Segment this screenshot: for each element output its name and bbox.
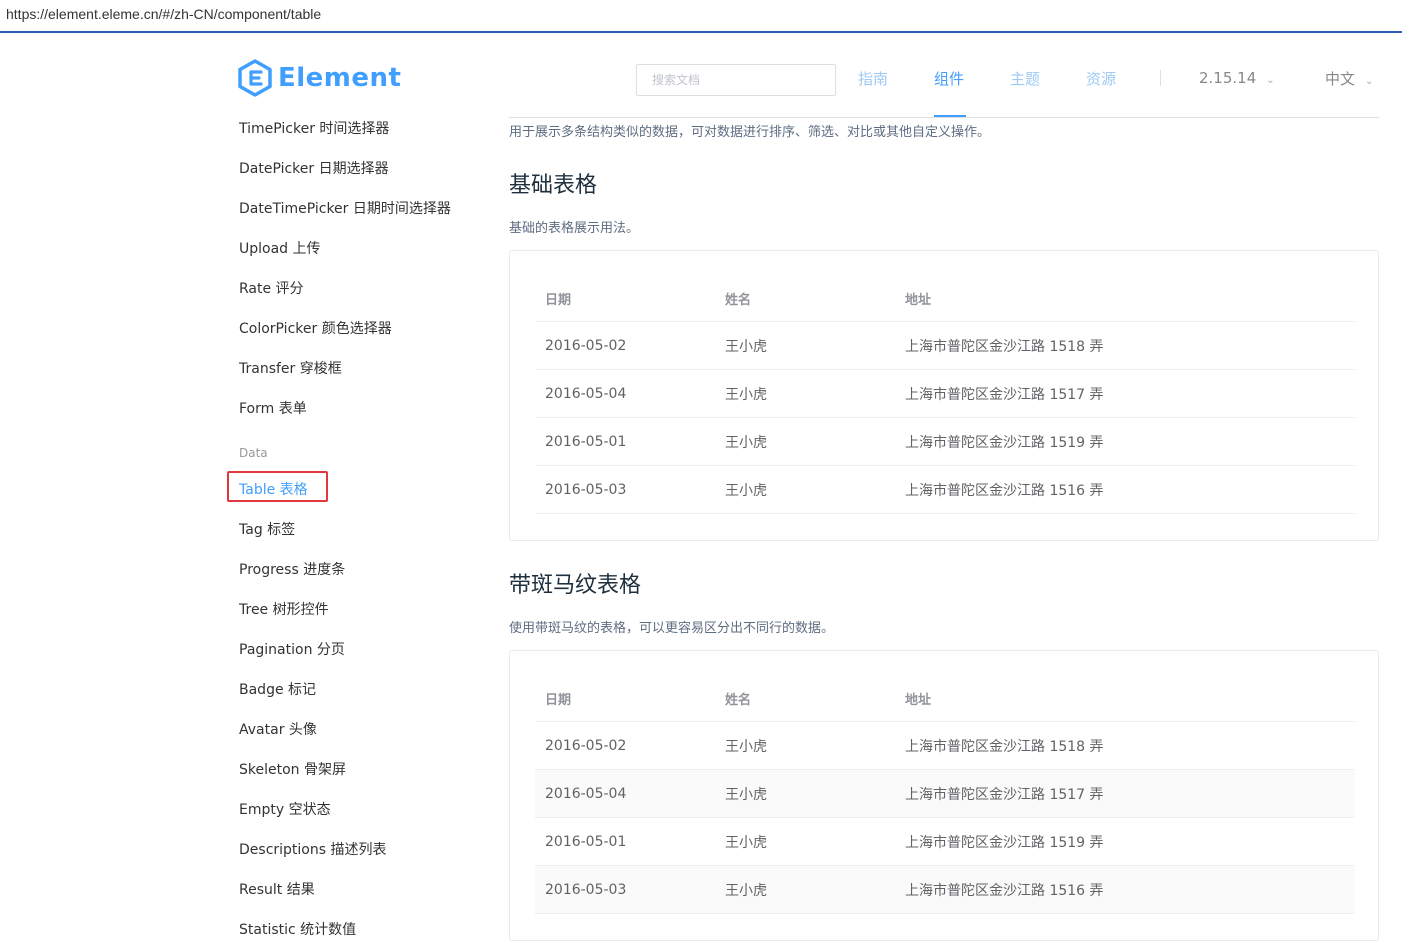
sidebar-item-pagination[interactable]: Pagination 分页 xyxy=(239,639,345,659)
cell-address: 上海市普陀区金沙江路 1517 弄 xyxy=(905,786,1104,803)
striped-table: 日期 姓名 地址 2016-05-02 王小虎 上海市普陀区金沙江路 1518 … xyxy=(535,675,1355,914)
table-row: 2016-05-02 王小虎 上海市普陀区金沙江路 1518 弄 xyxy=(535,322,1355,370)
column-header-address: 地址 xyxy=(905,692,932,708)
table-row: 2016-05-01 王小虎 上海市普陀区金沙江路 1519 弄 xyxy=(535,418,1355,466)
sidebar-item-form[interactable]: Form 表单 xyxy=(239,398,307,418)
chevron-down-icon: ⌄ xyxy=(1365,76,1374,87)
demo-block-basic: 日期 姓名 地址 2016-05-02 王小虎 上海市普陀区金沙江路 1518 … xyxy=(509,250,1379,541)
sidebar-item-skeleton[interactable]: Skeleton 骨架屏 xyxy=(239,759,346,779)
element-logo[interactable]: Element xyxy=(238,58,401,98)
demo-block-striped: 日期 姓名 地址 2016-05-02 王小虎 上海市普陀区金沙江路 1518 … xyxy=(509,650,1379,941)
cell-name: 王小虎 xyxy=(725,482,767,499)
page-intro: 用于展示多条结构类似的数据，可对数据进行排序、筛选、对比或其他自定义操作。 xyxy=(509,125,991,140)
section-desc-basic: 基础的表格展示用法。 xyxy=(509,221,640,236)
nav-divider xyxy=(1160,70,1161,86)
sidebar-item-tree[interactable]: Tree 树形控件 xyxy=(239,599,329,619)
sidebar-item-rate[interactable]: Rate 评分 xyxy=(239,278,304,298)
table-row-striped: 2016-05-03 王小虎 上海市普陀区金沙江路 1516 弄 xyxy=(535,866,1355,914)
cell-address: 上海市普陀区金沙江路 1518 弄 xyxy=(905,338,1104,355)
cell-name: 王小虎 xyxy=(725,434,767,451)
column-header-date: 日期 xyxy=(545,292,572,308)
cell-name: 王小虎 xyxy=(725,386,767,403)
header-divider xyxy=(509,117,1379,118)
search-box[interactable] xyxy=(636,64,836,96)
cell-date: 2016-05-01 xyxy=(545,433,627,450)
language-label: 中文 xyxy=(1325,70,1356,88)
cell-name: 王小虎 xyxy=(725,786,767,803)
basic-table: 日期 姓名 地址 2016-05-02 王小虎 上海市普陀区金沙江路 1518 … xyxy=(535,275,1355,514)
cell-name: 王小虎 xyxy=(725,338,767,355)
sidebar-item-timepicker[interactable]: TimePicker 时间选择器 xyxy=(239,118,389,138)
sidebar-item-transfer[interactable]: Transfer 穿梭框 xyxy=(239,358,342,378)
cell-date: 2016-05-03 xyxy=(545,881,627,898)
language-select[interactable]: 中文 ⌄ xyxy=(1325,68,1373,89)
nav-resource[interactable]: 资源 xyxy=(1086,68,1116,89)
cell-name: 王小虎 xyxy=(725,738,767,755)
nav-guide[interactable]: 指南 xyxy=(858,68,888,89)
cell-name: 王小虎 xyxy=(725,834,767,851)
sidebar-item-upload[interactable]: Upload 上传 xyxy=(239,238,321,258)
cell-address: 上海市普陀区金沙江路 1516 弄 xyxy=(905,482,1104,499)
sidebar-item-descriptions[interactable]: Descriptions 描述列表 xyxy=(239,839,386,859)
cell-date: 2016-05-01 xyxy=(545,833,627,850)
sidebar-item-avatar[interactable]: Avatar 头像 xyxy=(239,719,317,739)
column-header-name: 姓名 xyxy=(725,292,752,308)
sidebar-item-table[interactable]: Table 表格 xyxy=(239,479,308,499)
cell-address: 上海市普陀区金沙江路 1519 弄 xyxy=(905,834,1104,851)
sidebar-group-data: Data xyxy=(239,446,268,460)
element-logo-icon xyxy=(238,59,272,97)
sidebar-item-result[interactable]: Result 结果 xyxy=(239,879,315,899)
cell-date: 2016-05-02 xyxy=(545,737,627,754)
section-desc-striped: 使用带斑马纹的表格，可以更容易区分出不同行的数据。 xyxy=(509,621,835,636)
sidebar-item-datepicker[interactable]: DatePicker 日期选择器 xyxy=(239,158,389,178)
cell-address: 上海市普陀区金沙江路 1519 弄 xyxy=(905,434,1104,451)
chevron-down-icon: ⌄ xyxy=(1266,75,1275,86)
table-header-row: 日期 姓名 地址 xyxy=(535,675,1355,722)
table-row: 2016-05-03 王小虎 上海市普陀区金沙江路 1516 弄 xyxy=(535,466,1355,514)
version-label: 2.15.14 xyxy=(1199,69,1257,87)
table-row: 2016-05-02 王小虎 上海市普陀区金沙江路 1518 弄 xyxy=(535,722,1355,770)
nav-component[interactable]: 组件 xyxy=(934,68,964,89)
table-row: 2016-05-01 王小虎 上海市普陀区金沙江路 1519 弄 xyxy=(535,818,1355,866)
version-select[interactable]: 2.15.14 ⌄ xyxy=(1199,69,1275,87)
sidebar-item-progress[interactable]: Progress 进度条 xyxy=(239,559,345,579)
cell-date: 2016-05-03 xyxy=(545,481,627,498)
sidebar-item-statistic[interactable]: Statistic 统计数值 xyxy=(239,919,356,939)
address-bar[interactable]: https://element.eleme.cn/#/zh-CN/compone… xyxy=(0,0,1402,33)
sidebar-item-datetimepicker[interactable]: DateTimePicker 日期时间选择器 xyxy=(239,198,451,218)
sidebar-item-empty[interactable]: Empty 空状态 xyxy=(239,799,331,819)
table-row: 2016-05-04 王小虎 上海市普陀区金沙江路 1517 弄 xyxy=(535,370,1355,418)
cell-address: 上海市普陀区金沙江路 1518 弄 xyxy=(905,738,1104,755)
sidebar-item-tag[interactable]: Tag 标签 xyxy=(239,519,295,539)
cell-date: 2016-05-04 xyxy=(545,385,627,402)
cell-address: 上海市普陀区金沙江路 1517 弄 xyxy=(905,386,1104,403)
table-row-striped: 2016-05-04 王小虎 上海市普陀区金沙江路 1517 弄 xyxy=(535,770,1355,818)
nav-theme[interactable]: 主题 xyxy=(1010,68,1040,89)
sidebar-item-badge[interactable]: Badge 标记 xyxy=(239,679,316,699)
table-header-row: 日期 姓名 地址 xyxy=(535,275,1355,322)
column-header-name: 姓名 xyxy=(725,692,752,708)
column-header-date: 日期 xyxy=(545,692,572,708)
cell-date: 2016-05-04 xyxy=(545,785,627,802)
section-title-basic: 基础表格 xyxy=(509,173,598,198)
cell-date: 2016-05-02 xyxy=(545,337,627,354)
cell-address: 上海市普陀区金沙江路 1516 弄 xyxy=(905,882,1104,899)
logo-text: Element xyxy=(278,63,402,93)
column-header-address: 地址 xyxy=(905,292,932,308)
search-input[interactable] xyxy=(637,65,835,95)
sidebar-item-colorpicker[interactable]: ColorPicker 颜色选择器 xyxy=(239,318,392,338)
cell-name: 王小虎 xyxy=(725,882,767,899)
section-title-striped: 带斑马纹表格 xyxy=(509,573,642,598)
url-text[interactable]: https://element.eleme.cn/#/zh-CN/compone… xyxy=(6,6,321,22)
